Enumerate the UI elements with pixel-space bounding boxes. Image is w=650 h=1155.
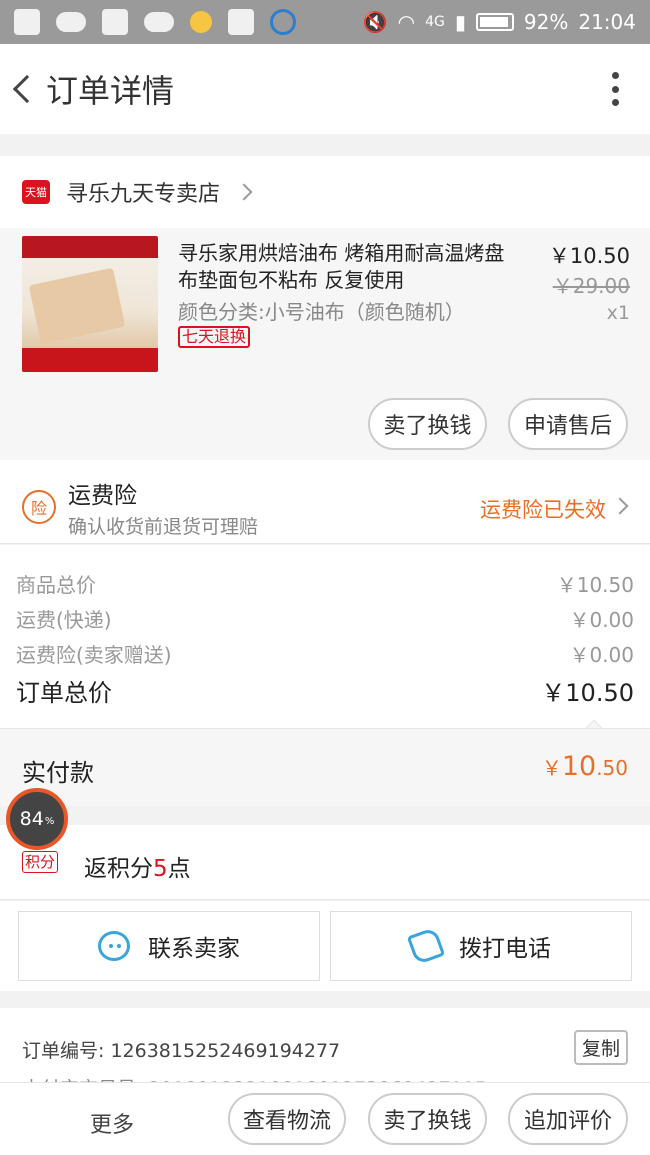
smile-icon: [98, 931, 130, 961]
bottom-action-bar: 更多 查看物流 卖了换钱 追加评价: [0, 1082, 650, 1155]
signal-icon: ▮: [454, 10, 466, 34]
image-icon: [228, 9, 254, 35]
summary-row: 运费(快递) ￥0.00: [16, 608, 634, 632]
clock: 21:04: [578, 10, 636, 34]
shipping-insurance-row[interactable]: 险 运费险 确认收货前退货可理赔 运费险已失效: [0, 460, 650, 544]
insurance-title: 运费险: [68, 483, 137, 509]
more-menu-button[interactable]: [610, 72, 620, 106]
more-button[interactable]: 更多: [90, 1107, 134, 1139]
payment-label: 实付款: [22, 759, 94, 787]
insurance-subtitle: 确认收货前退货可理赔: [68, 516, 259, 538]
wifi-icon: ◠: [397, 10, 416, 34]
product-quantity: x1: [606, 302, 630, 324]
more-icon: [611, 72, 619, 79]
status-bar: 🔇 ◠ 4G ▮ 92% 21:04: [0, 0, 650, 44]
points-row: 积分 返积分5点: [0, 825, 650, 900]
network-type: 4G: [425, 14, 445, 30]
points-text: 返积分5点: [84, 856, 191, 882]
battery-percent: 92%: [523, 10, 569, 34]
copy-button[interactable]: 复制: [573, 1030, 628, 1065]
contact-bar: 联系卖家 拨打电话: [0, 901, 650, 991]
sell-button[interactable]: 卖了换钱: [368, 398, 487, 450]
shop-name: 寻乐九天专卖店: [66, 182, 221, 207]
memory-progress-badge[interactable]: 84%: [6, 788, 68, 850]
payment-amount: ￥10.50: [541, 751, 628, 782]
back-button[interactable]: [2, 44, 42, 134]
sun-icon: [190, 11, 212, 33]
app-header: 订单详情: [0, 44, 650, 134]
cloud-icon: [56, 12, 86, 32]
china-mobile-icon: [270, 9, 296, 35]
cloud-moon-icon: [144, 12, 174, 32]
actual-payment-row: 实付款 ￥10.50: [0, 728, 650, 806]
price-summary: 商品总价 ￥10.50 运费(快递) ￥0.00 运费险(卖家赠送) ￥0.00…: [0, 545, 650, 743]
battery-icon: [475, 13, 514, 31]
contact-seller-button[interactable]: 联系卖家: [18, 911, 320, 981]
shop-row[interactable]: 天猫 寻乐九天专卖店: [0, 156, 650, 228]
tmall-icon: 天猫: [22, 180, 50, 204]
order-total-row: 订单总价 ￥10.50: [16, 679, 634, 707]
product-image[interactable]: [22, 236, 158, 372]
order-number: 订单编号: 1263815252469194277: [22, 1040, 341, 1062]
product-item: 寻乐家用烘焙油布 烤箱用耐高温烤盘布垫面包不粘布 反复使用 颜色分类:小号油布（…: [0, 228, 650, 460]
summary-row: 商品总价 ￥10.50: [16, 573, 634, 597]
phone-icon: [406, 926, 446, 966]
app-icon: [102, 9, 128, 35]
view-logistics-button[interactable]: 查看物流: [228, 1093, 346, 1145]
watermark-logo: [526, 1091, 646, 1153]
product-variant: 颜色分类:小号油布（颜色随机）: [178, 300, 465, 324]
order-info: 订单编号: 1263815252469194277 复制 支付宝交易号: 201…: [0, 1008, 650, 1100]
sell-button-bottom[interactable]: 卖了换钱: [368, 1093, 487, 1145]
call-button[interactable]: 拨打电话: [330, 911, 632, 981]
return-policy-badge: 七天退换: [178, 326, 251, 348]
page-title: 订单详情: [46, 72, 175, 110]
mute-icon: 🔇: [362, 10, 388, 34]
product-price: ￥10.50: [548, 244, 630, 268]
product-original-price: ￥29.00: [552, 274, 630, 298]
chevron-right-icon: [611, 497, 629, 515]
product-title[interactable]: 寻乐家用烘焙油布 烤箱用耐高温烤盘布垫面包不粘布 反复使用: [178, 240, 508, 294]
points-icon: 积分: [22, 851, 59, 873]
insurance-status: 运费险已失效: [480, 498, 606, 522]
after-sale-button[interactable]: 申请售后: [508, 398, 628, 450]
insurance-icon: 险: [22, 490, 56, 524]
broom-icon: [14, 9, 40, 35]
summary-row: 运费险(卖家赠送) ￥0.00: [16, 643, 634, 667]
chevron-right-icon: [235, 183, 253, 201]
back-icon: [12, 74, 42, 104]
